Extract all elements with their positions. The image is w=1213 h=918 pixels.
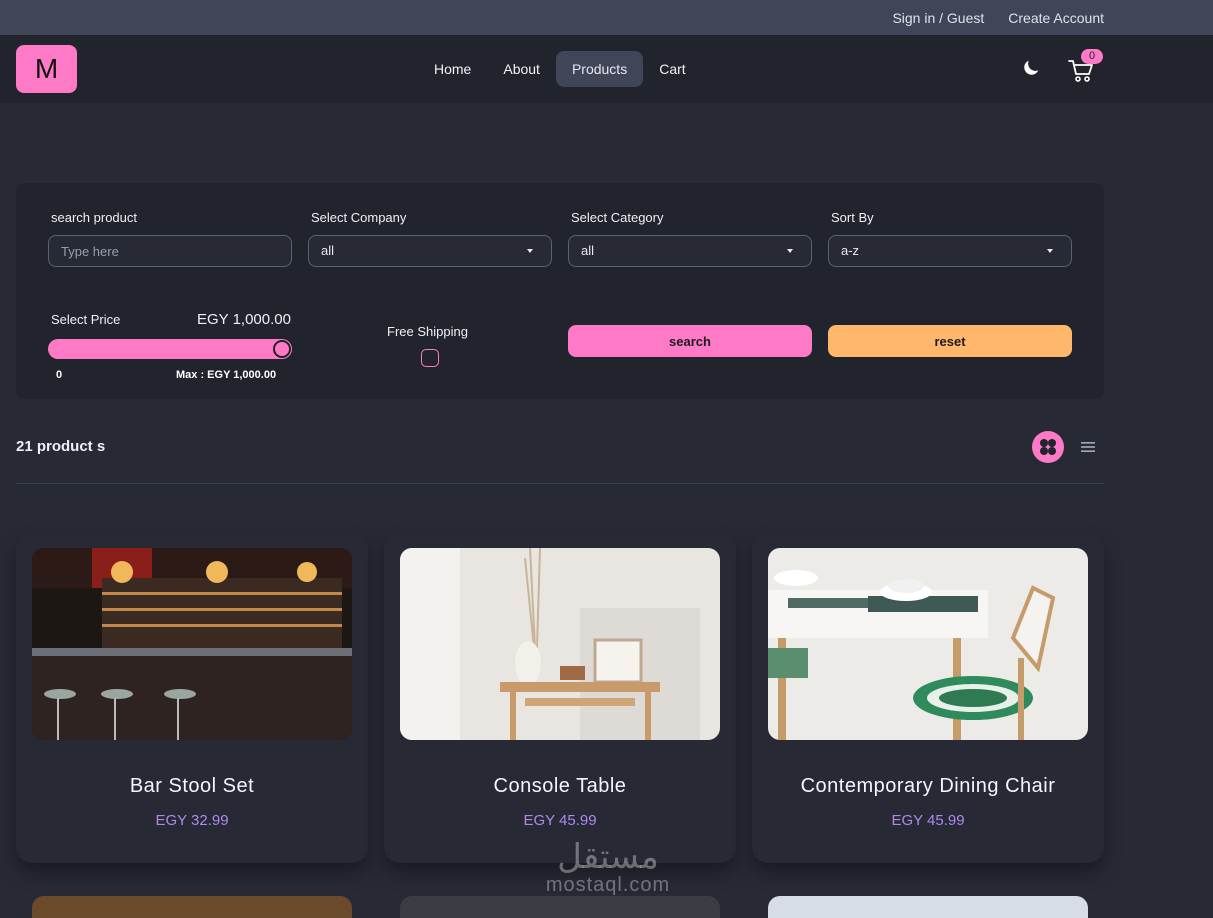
moon-icon[interactable] — [1020, 57, 1042, 79]
sort-select[interactable]: a-z — [828, 235, 1072, 267]
divider — [16, 483, 1104, 484]
grid-view-button[interactable] — [1032, 431, 1064, 463]
nav-cart[interactable]: Cart — [643, 51, 701, 87]
product-name: Console Table — [493, 775, 627, 797]
product-price: EGY 32.99 — [155, 812, 229, 829]
free-shipping-checkbox[interactable] — [421, 349, 439, 367]
product-image — [768, 548, 1088, 740]
category-select-value: all — [581, 243, 595, 258]
product-count: 21 product s — [16, 438, 106, 455]
sort-select-value: a-z — [841, 243, 860, 258]
search-button[interactable]: search — [568, 325, 812, 357]
product-image — [32, 896, 352, 918]
product-image — [768, 896, 1088, 918]
nav-products[interactable]: Products — [555, 51, 644, 87]
chevron-down-icon — [787, 249, 793, 253]
cart-count-badge: 0 — [1081, 49, 1103, 64]
price-max-label: Max : EGY 1,000.00 — [176, 369, 277, 381]
search-input[interactable] — [48, 235, 292, 267]
price-label: Select Price — [51, 312, 121, 327]
top-bar: Sign in / Guest Create Account — [0, 0, 1213, 35]
logo-button[interactable]: M — [16, 45, 77, 93]
product-card[interactable]: Contemporary Dining Chair EGY 45.99 — [752, 533, 1104, 863]
chevron-down-icon — [1047, 249, 1053, 253]
chevron-down-icon — [527, 249, 533, 253]
shipping-label: Free Shipping — [387, 324, 468, 339]
sort-label: Sort By — [831, 210, 874, 225]
company-label: Select Company — [311, 210, 407, 225]
product-price: EGY 45.99 — [523, 812, 597, 829]
sign-in-link[interactable]: Sign in / Guest — [892, 10, 984, 26]
list-icon[interactable] — [1080, 439, 1096, 455]
company-select-value: all — [321, 243, 335, 258]
nav-home[interactable]: Home — [418, 51, 487, 87]
price-value: EGY 1,000.00 — [197, 311, 291, 328]
product-card[interactable]: Console Table EGY 45.99 — [384, 533, 736, 863]
category-label: Select Category — [571, 210, 664, 225]
category-select[interactable]: all — [568, 235, 812, 267]
watermark-latin: mostaql.com — [545, 874, 671, 896]
product-name: Contemporary Dining Chair — [800, 775, 1056, 797]
price-slider-handle[interactable] — [273, 340, 291, 358]
reset-button[interactable]: reset — [828, 325, 1072, 357]
create-account-link[interactable]: Create Account — [1008, 10, 1104, 26]
filters-panel: search product Select Company all Select… — [16, 183, 1104, 399]
price-min-label: 0 — [56, 369, 63, 381]
nav-links: Home About Products Cart — [418, 51, 702, 87]
product-price: EGY 45.99 — [891, 812, 965, 829]
product-card[interactable]: Bar Stool Set EGY 32.99 — [16, 533, 368, 863]
price-slider[interactable] — [48, 339, 292, 359]
company-select[interactable]: all — [308, 235, 552, 267]
product-image — [400, 896, 720, 918]
product-image — [32, 548, 352, 740]
search-label: search product — [51, 210, 137, 225]
nav-about[interactable]: About — [487, 51, 556, 87]
grid-icon — [1040, 439, 1056, 455]
product-image — [400, 548, 720, 740]
navbar: M Home About Products Cart 0 — [0, 35, 1213, 103]
product-name: Bar Stool Set — [129, 775, 255, 797]
